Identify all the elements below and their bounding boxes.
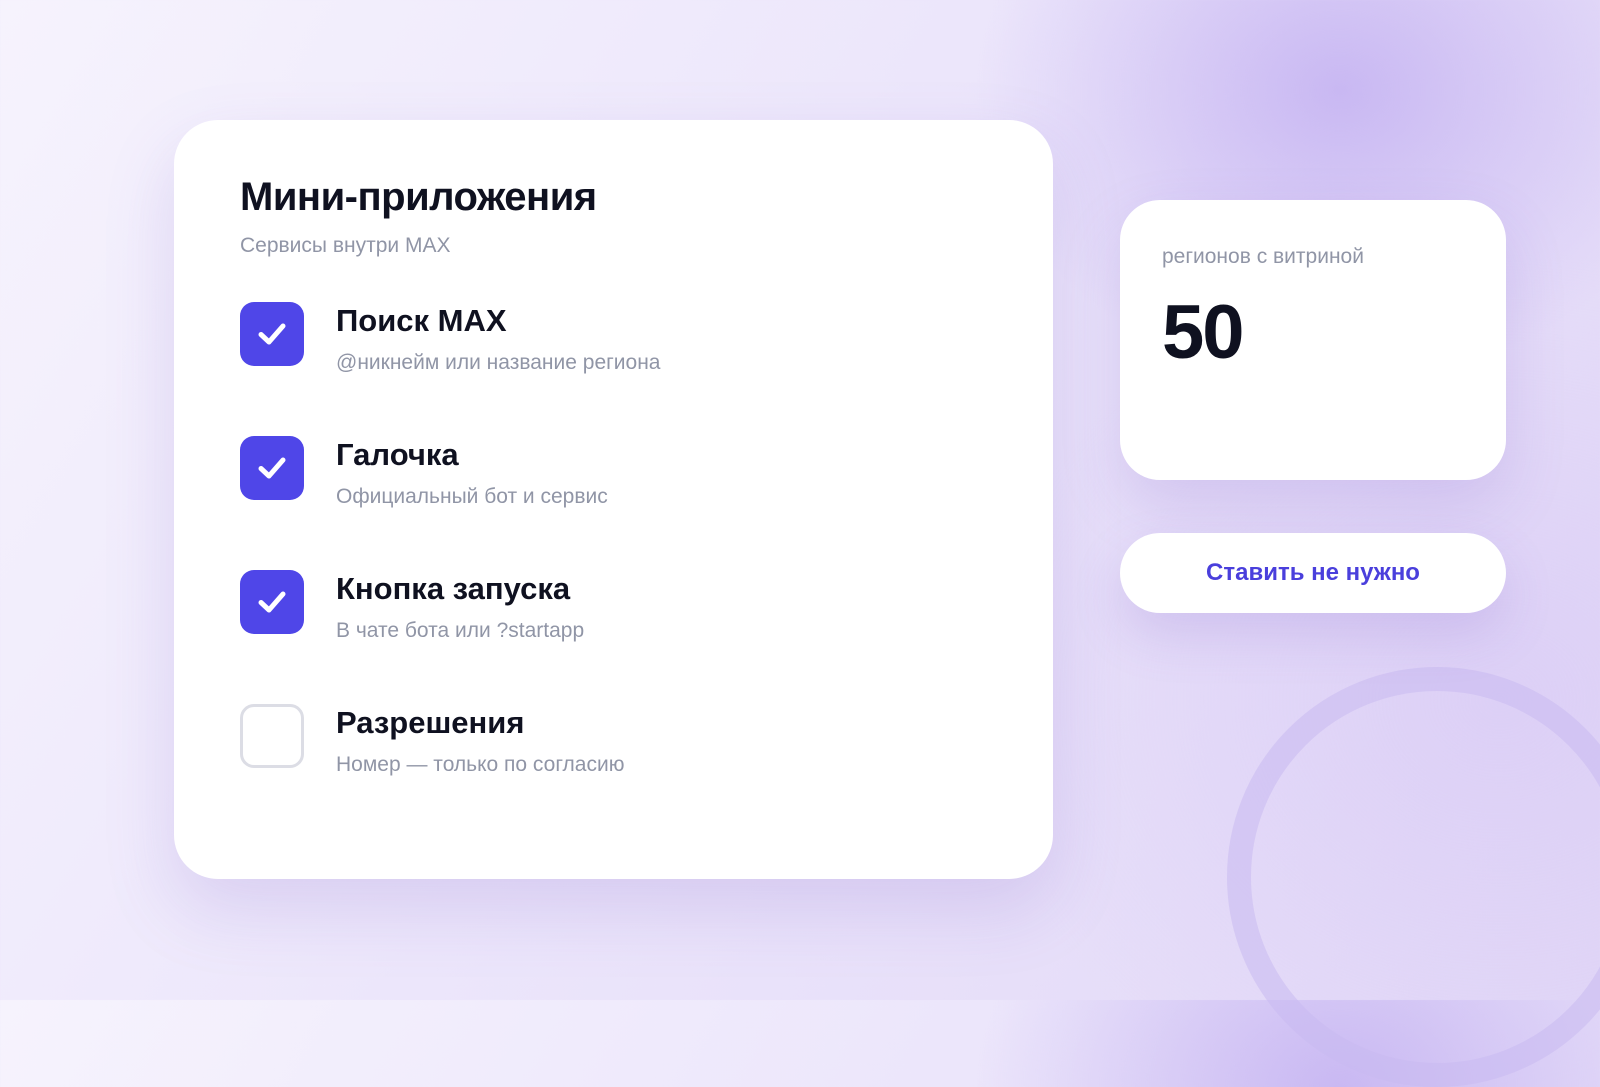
feature-list: Поиск MAX @никнейм или название региона …: [240, 302, 987, 838]
list-item-description: @никнейм или название региона: [336, 351, 661, 375]
regions-stat-card: регионов с витриной 50: [1120, 200, 1506, 480]
list-item-label: Поиск MAX: [336, 303, 507, 339]
list-item-label: Кнопка запуска: [336, 571, 571, 607]
checkbox-permissions[interactable]: [240, 704, 304, 769]
list-item-description: В чате бота или ?startapp: [336, 619, 585, 643]
checkmark-icon: [258, 323, 286, 345]
list-item-search: Поиск MAX @никнейм или название региона: [240, 302, 987, 436]
list-item-text: Разрешения Номер — только по согласию: [336, 706, 624, 777]
card-subtitle: Сервисы внутри MAX: [240, 234, 451, 257]
list-item-text: Кнопка запуска В чате бота или ?startapp: [336, 572, 584, 643]
decorative-ring: [1227, 667, 1600, 1087]
no-install-button[interactable]: Ставить не нужно: [1120, 533, 1506, 613]
stat-label: регионов с витриной: [1162, 245, 1364, 268]
list-item-launch-button: Кнопка запуска В чате бота или ?startapp: [240, 570, 987, 704]
list-item-description: Официальный бот и сервис: [336, 485, 608, 509]
card-title: Мини-приложения: [240, 175, 597, 219]
checkmark-icon: [258, 457, 286, 479]
checkbox-verification[interactable]: [240, 436, 304, 501]
list-item-label: Разрешения: [336, 705, 525, 741]
checkbox-launch-button[interactable]: [240, 570, 304, 635]
checkbox-search[interactable]: [240, 302, 304, 367]
list-item-text: Поиск MAX @никнейм или название региона: [336, 304, 660, 375]
list-item-verification: Галочка Официальный бот и сервис: [240, 436, 987, 570]
mini-apps-card: Мини-приложения Сервисы внутри MAX Поиск…: [174, 120, 1053, 879]
list-item-text: Галочка Официальный бот и сервис: [336, 438, 608, 509]
list-item-permissions: Разрешения Номер — только по согласию: [240, 704, 987, 838]
list-item-label: Галочка: [336, 437, 459, 473]
checkmark-icon: [258, 591, 286, 613]
list-item-description: Номер — только по согласию: [336, 753, 625, 777]
stat-value: 50: [1162, 290, 1245, 376]
